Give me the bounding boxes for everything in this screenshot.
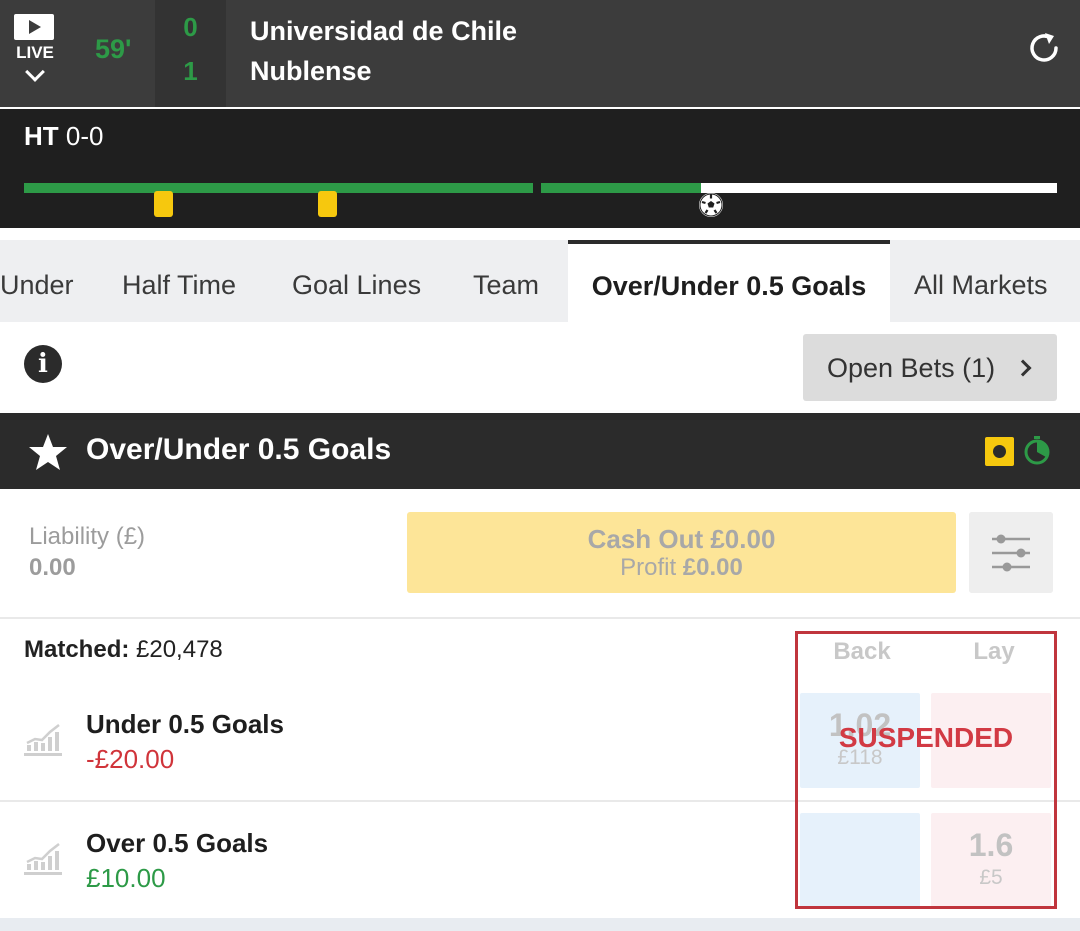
chart-icon[interactable] <box>24 719 62 757</box>
away-score: 1 <box>183 56 198 86</box>
matched-label: Matched: <box>24 636 130 663</box>
matched-amount: Matched: £20,478 <box>24 636 223 664</box>
scoreboard: LIVE 59' 0 1 Universidad de Chile Nublen… <box>0 0 1080 107</box>
first-half-bar <box>24 183 533 193</box>
tab-team[interactable]: Team <box>473 240 539 322</box>
play-icon <box>14 14 54 40</box>
half-time-score: HT 0-0 <box>24 121 103 152</box>
market-tabs: Under Half Time Goal Lines Team Over/Und… <box>0 240 1080 322</box>
tab-over-under-0-5-goals[interactable]: Over/Under 0.5 Goals <box>568 240 890 322</box>
home-score: 0 <box>183 12 198 42</box>
divider <box>0 617 1080 619</box>
refresh-icon[interactable] <box>1026 30 1062 66</box>
runner-name: Under 0.5 Goals <box>86 709 284 739</box>
tab-half-time[interactable]: Half Time <box>122 240 236 322</box>
home-team: Universidad de Chile <box>250 16 518 46</box>
ht-label: HT <box>24 121 59 151</box>
cash-out-profit: Profit £0.00 <box>407 554 956 582</box>
second-half-remaining <box>701 183 1057 193</box>
chart-icon[interactable] <box>24 838 62 876</box>
bottom-strip <box>0 918 1080 931</box>
match-timeline: HT 0-0 <box>0 107 1080 228</box>
suspended-overlay <box>795 631 1057 909</box>
cash-out-label: Cash Out £0.00 <box>587 524 776 554</box>
live-toggle[interactable]: LIVE <box>14 14 56 94</box>
tab-goal-lines[interactable]: Goal Lines <box>292 240 421 322</box>
chevron-down-icon <box>25 62 45 82</box>
yellow-card-icon <box>154 191 173 217</box>
market-title: Over/Under 0.5 Goals <box>86 433 392 466</box>
match-time: 59' <box>95 34 132 64</box>
football-icon <box>699 193 723 217</box>
runner-name: Over 0.5 Goals <box>86 828 269 858</box>
market-header: Over/Under 0.5 Goals <box>0 413 1080 489</box>
profit-prefix: Profit <box>620 554 677 581</box>
liability-label: Liability (£) <box>29 523 146 550</box>
liability-value: 0.00 <box>29 554 76 581</box>
score-column: 0 1 <box>155 0 226 107</box>
cash-out-button[interactable]: Cash Out £0.00 Profit £0.00 <box>407 512 956 593</box>
second-half-progress <box>541 183 701 193</box>
profit-value: £0.00 <box>682 554 743 581</box>
star-icon[interactable] <box>28 432 68 472</box>
ht-score: 0-0 <box>65 121 104 151</box>
yellow-card-icon <box>318 191 337 217</box>
runner-profit-loss: £10.00 <box>86 863 166 893</box>
settings-sliders-icon[interactable] <box>969 512 1053 593</box>
clock-icon <box>1024 436 1050 465</box>
suspended-label: SUSPENDED <box>838 722 1014 753</box>
away-team: Nublense <box>250 56 372 86</box>
runner-profit-loss: -£20.00 <box>86 744 175 774</box>
tab-all-markets[interactable]: All Markets <box>914 240 1048 322</box>
info-icon[interactable]: i <box>24 345 62 383</box>
tab-under[interactable]: Under <box>0 240 74 322</box>
matched-value: £20,478 <box>136 636 223 663</box>
chevron-right-icon <box>1014 359 1032 377</box>
open-bets-label: Open Bets (1) <box>827 353 996 383</box>
in-play-icon <box>985 437 1014 466</box>
live-label: LIVE <box>16 43 54 62</box>
open-bets-button[interactable]: Open Bets (1) <box>803 334 1057 401</box>
